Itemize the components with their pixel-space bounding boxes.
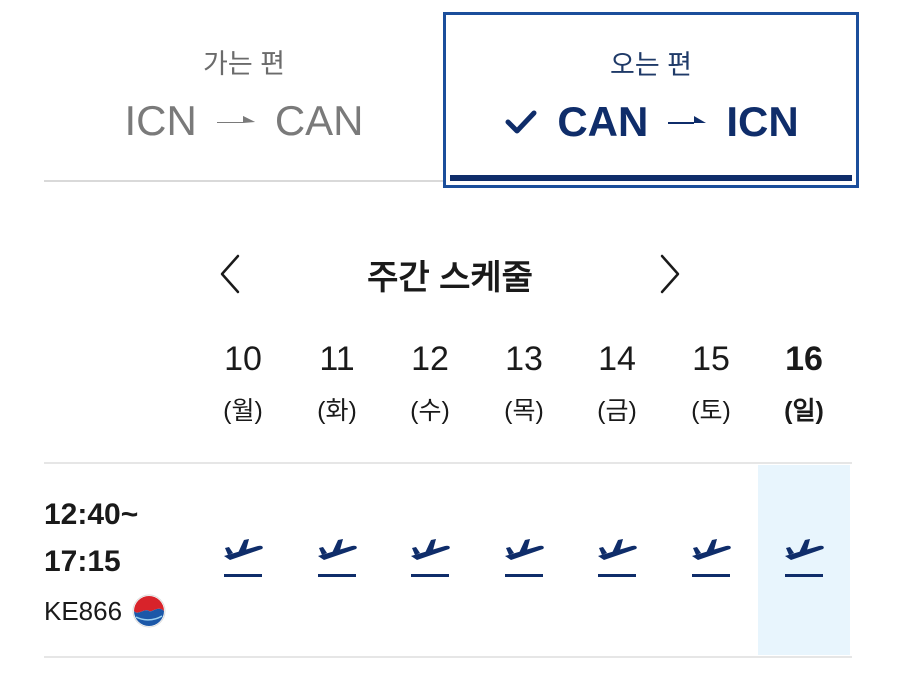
airplane-icon <box>598 539 637 560</box>
day-column-selected[interactable]: 16 (일) <box>757 340 851 427</box>
chevron-right-icon[interactable] <box>650 248 690 300</box>
route-from: ICN <box>124 97 197 144</box>
day-number: 14 <box>598 340 636 378</box>
day-number: 16 <box>785 340 823 378</box>
week-schedule-header: 주간 스케줄 <box>210 240 690 310</box>
arrow-right-icon <box>668 116 707 124</box>
airplane-icon <box>224 539 263 560</box>
flight-cell-underline <box>318 574 356 577</box>
tabs-divider <box>44 180 444 182</box>
day-number: 13 <box>505 340 543 378</box>
flight-cell-underline <box>692 574 730 577</box>
day-weekday: (화) <box>317 397 357 425</box>
flight-departure-time: 12:40~ <box>44 498 139 531</box>
flight-cell-underline <box>785 574 823 577</box>
day-weekday: (토) <box>691 397 731 425</box>
korean-air-logo <box>132 594 166 628</box>
airplane-icon <box>785 539 824 560</box>
day-column[interactable]: 11 (화) <box>290 340 384 427</box>
day-weekday: (목) <box>504 397 544 425</box>
day-number: 10 <box>224 340 262 378</box>
row-divider-top <box>44 462 852 464</box>
flight-number: KE866 <box>44 595 123 626</box>
tab-return-label: 오는 편 <box>609 50 693 80</box>
flight-cell[interactable] <box>664 530 758 600</box>
airplane-icon <box>505 539 544 560</box>
flight-info: KE866 <box>44 594 166 628</box>
airplane-icon <box>692 539 731 560</box>
tab-outbound-label: 가는 편 <box>202 49 286 79</box>
tab-outbound[interactable]: 가는 편 ICN CAN <box>44 12 444 188</box>
flight-cell-underline <box>505 574 543 577</box>
tab-selected-underline <box>450 175 852 181</box>
flight-cell[interactable] <box>196 530 290 600</box>
flight-cell-underline <box>598 574 636 577</box>
airplane-icon <box>411 539 450 560</box>
tab-return-route: CAN ICN <box>446 98 856 146</box>
flight-cell-underline <box>224 574 262 577</box>
day-weekday: (일) <box>784 397 824 425</box>
row-divider-bottom <box>44 656 852 658</box>
airplane-icon <box>318 539 357 560</box>
tab-return[interactable]: 오는 편 CAN ICN <box>443 12 859 188</box>
route-from: CAN <box>557 98 649 145</box>
flight-cell-underline <box>411 574 449 577</box>
week-title: 주간 스케줄 <box>367 259 533 297</box>
day-weekday: (금) <box>597 397 637 425</box>
day-column[interactable]: 10 (월) <box>196 340 290 427</box>
route-to: CAN <box>274 97 364 144</box>
day-number: 12 <box>411 340 449 378</box>
day-number: 11 <box>319 340 355 378</box>
day-weekday: (수) <box>410 397 450 425</box>
flight-cell[interactable] <box>383 530 477 600</box>
flight-cell-selected[interactable] <box>757 530 851 600</box>
flight-cell[interactable] <box>570 530 664 600</box>
day-column[interactable]: 13 (목) <box>477 340 571 427</box>
day-column[interactable]: 15 (토) <box>664 340 758 427</box>
check-icon <box>505 110 537 134</box>
tab-outbound-route: ICN CAN <box>44 97 444 145</box>
flight-cell[interactable] <box>477 530 571 600</box>
flight-cell[interactable] <box>290 530 384 600</box>
day-column[interactable]: 12 (수) <box>383 340 477 427</box>
route-to: ICN <box>726 98 799 145</box>
arrow-right-icon <box>216 116 255 123</box>
flight-arrival-time: 17:15 <box>44 545 121 578</box>
day-weekday: (월) <box>223 397 263 425</box>
day-number: 15 <box>692 340 730 378</box>
day-column[interactable]: 14 (금) <box>570 340 664 427</box>
